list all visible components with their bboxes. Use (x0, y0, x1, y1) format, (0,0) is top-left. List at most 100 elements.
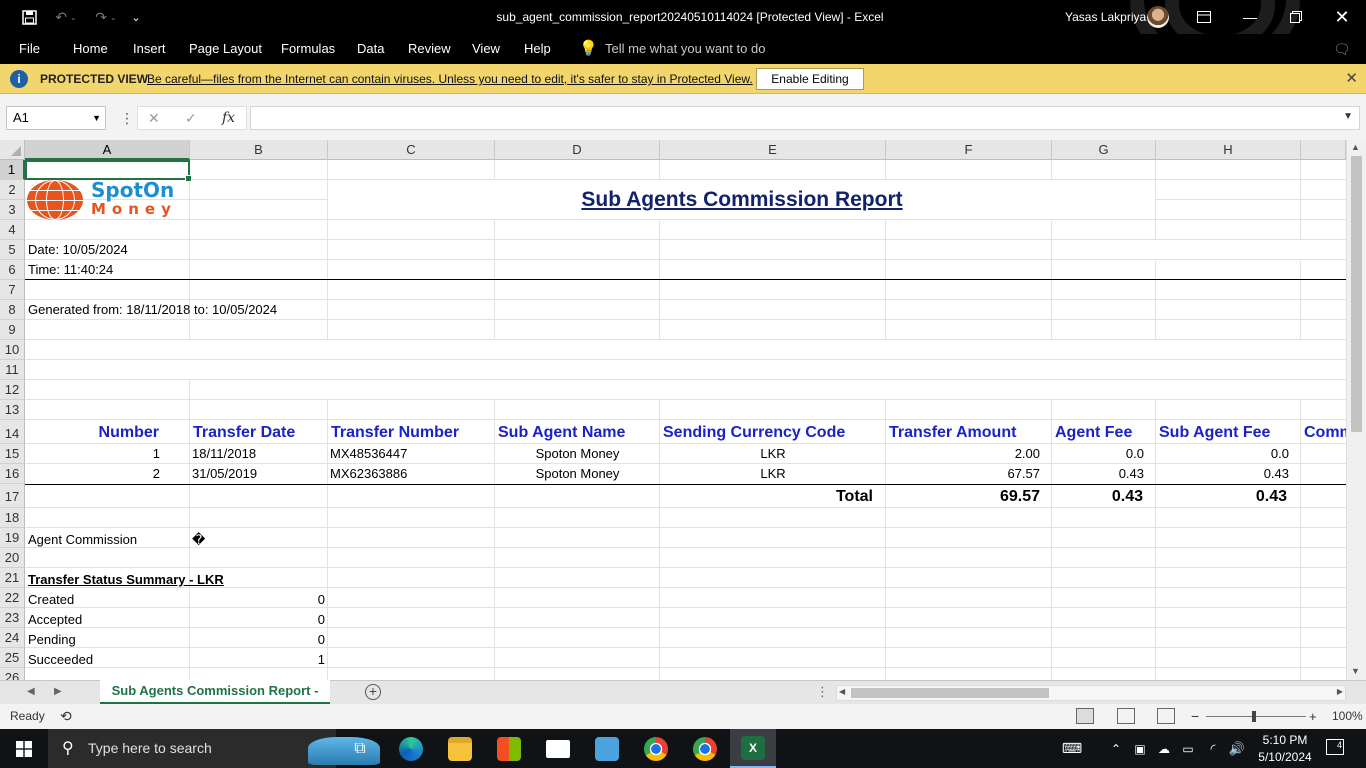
chrome-icon[interactable] (637, 729, 675, 768)
redo-icon[interactable]: ↷ ⌄ (88, 0, 124, 34)
notification-icon[interactable]: 4 (1326, 739, 1344, 755)
comments-icon[interactable]: 🗨 (1333, 34, 1351, 64)
remote-desktop-icon[interactable] (588, 729, 626, 768)
minimize-icon[interactable]: — (1227, 0, 1273, 34)
meet-now-icon[interactable]: ▣ (1130, 729, 1150, 768)
cancel-icon[interactable]: ✕ (148, 107, 160, 129)
row-header[interactable]: 8 (0, 300, 25, 320)
next-sheet-icon[interactable]: ▶ (54, 681, 62, 703)
more-options-icon[interactable]: ⋮ (120, 106, 134, 130)
more-options-icon[interactable]: ⋮ (816, 681, 829, 703)
tell-me-search[interactable]: Tell me what you want to do (605, 34, 765, 64)
ribbon-display-icon[interactable] (1181, 0, 1227, 34)
column-header-e[interactable]: E (660, 140, 886, 160)
row-header[interactable]: 26 (0, 668, 25, 680)
wifi-icon[interactable]: ◜ (1202, 729, 1224, 768)
taskbar-search[interactable]: ⚲ Type here to search (48, 729, 380, 768)
function-icon[interactable]: fx (222, 107, 235, 129)
microsoft-store-icon[interactable] (490, 729, 528, 768)
column-header-g[interactable]: G (1052, 140, 1156, 160)
task-view-icon[interactable]: ⧉ (342, 729, 378, 768)
column-header-c[interactable]: C (328, 140, 495, 160)
scroll-down-icon[interactable]: ▼ (1351, 666, 1360, 676)
file-explorer-icon[interactable] (441, 729, 479, 768)
normal-view-icon[interactable] (1076, 708, 1094, 724)
horizontal-scrollbar[interactable]: ◀ ▶ (836, 685, 1346, 701)
tab-view[interactable]: View (472, 34, 500, 64)
scroll-right-icon[interactable]: ▶ (1337, 687, 1343, 696)
row-header[interactable]: 16 (0, 464, 25, 484)
tab-help[interactable]: Help (524, 34, 551, 64)
vertical-scrollbar[interactable]: ▲ ▼ (1346, 140, 1366, 680)
save-icon[interactable] (16, 0, 42, 34)
column-header-i[interactable] (1301, 140, 1346, 160)
sheet-tab[interactable]: Sub Agents Commission Report - (100, 680, 330, 704)
add-sheet-icon[interactable]: + (365, 684, 381, 700)
row-header[interactable]: 4 (0, 220, 25, 240)
row-header[interactable]: 11 (0, 360, 25, 380)
row-header[interactable]: 1 (0, 160, 25, 180)
clock[interactable]: 5:10 PM 5/10/2024 (1255, 729, 1315, 766)
column-header-h[interactable]: H (1156, 140, 1301, 160)
check-icon[interactable]: ✓ (185, 107, 197, 129)
row-header[interactable]: 13 (0, 400, 25, 420)
zoom-out-icon[interactable]: − (1191, 704, 1199, 729)
scroll-up-icon[interactable]: ▲ (1351, 142, 1360, 152)
protected-view-message[interactable]: Be careful—files from the Internet can c… (147, 64, 753, 94)
chevron-up-icon[interactable]: ⌃ (1106, 729, 1126, 768)
column-header-d[interactable]: D (495, 140, 660, 160)
row-header[interactable]: 2 (0, 180, 25, 200)
row-header[interactable]: 5 (0, 240, 25, 260)
tab-home[interactable]: Home (73, 34, 108, 64)
undo-icon[interactable]: ↶ ⌄ (48, 0, 84, 34)
page-layout-view-icon[interactable] (1117, 708, 1135, 724)
active-cell[interactable] (25, 160, 192, 182)
onedrive-icon[interactable]: ☁ (1154, 729, 1174, 768)
row-header[interactable]: 10 (0, 340, 25, 360)
row-header[interactable]: 19 (0, 528, 25, 548)
scroll-left-icon[interactable]: ◀ (839, 687, 845, 696)
row-header[interactable]: 24 (0, 628, 25, 648)
user-name[interactable]: Yasas Lakpriya (1065, 0, 1146, 34)
close-icon[interactable]: ✕ (1319, 0, 1365, 34)
tab-formulas[interactable]: Formulas (281, 34, 335, 64)
volume-icon[interactable]: 🔊 (1226, 729, 1248, 768)
row-header[interactable]: 7 (0, 280, 25, 300)
zoom-level[interactable]: 100% (1332, 704, 1363, 729)
tab-data[interactable]: Data (357, 34, 384, 64)
tab-page-layout[interactable]: Page Layout (189, 34, 262, 64)
row-header[interactable]: 6 (0, 260, 25, 280)
close-icon[interactable]: ✕ (1345, 64, 1358, 94)
row-header[interactable]: 25 (0, 648, 25, 668)
tab-insert[interactable]: Insert (133, 34, 166, 64)
page-break-view-icon[interactable] (1157, 708, 1175, 724)
zoom-in-icon[interactable]: + (1309, 704, 1317, 729)
row-header[interactable]: 17 (0, 484, 25, 508)
row-header[interactable]: 14 (0, 420, 25, 444)
excel-taskbar-icon[interactable]: X (730, 729, 776, 768)
column-header-b[interactable]: B (190, 140, 328, 160)
avatar[interactable] (1147, 6, 1169, 28)
scrollbar-thumb[interactable] (1351, 156, 1362, 432)
enable-editing-button[interactable]: Enable Editing (756, 68, 864, 90)
battery-icon[interactable]: ▭ (1178, 729, 1198, 768)
name-box[interactable]: A1 ▼ (6, 106, 106, 130)
row-header[interactable]: 22 (0, 588, 25, 608)
column-header-f[interactable]: F (886, 140, 1052, 160)
accessibility-icon[interactable]: ⟲ (60, 704, 72, 729)
row-header[interactable]: 20 (0, 548, 25, 568)
worksheet-grid[interactable]: A B C D E F G H 1 2 3 4 5 6 7 8 9 10 11 … (0, 140, 1366, 680)
row-header[interactable]: 12 (0, 380, 25, 400)
select-all-corner[interactable] (0, 140, 25, 160)
formula-input[interactable]: ▼ (250, 106, 1360, 130)
tab-review[interactable]: Review (408, 34, 451, 64)
column-header-a[interactable]: A (25, 140, 190, 160)
zoom-slider-knob[interactable] (1252, 711, 1256, 722)
restore-icon[interactable] (1273, 0, 1319, 34)
row-header[interactable]: 23 (0, 608, 25, 628)
chrome-profile-icon[interactable] (686, 729, 724, 768)
row-header[interactable]: 3 (0, 200, 25, 220)
row-header[interactable]: 9 (0, 320, 25, 340)
row-header[interactable]: 15 (0, 444, 25, 464)
row-header[interactable]: 18 (0, 508, 25, 528)
